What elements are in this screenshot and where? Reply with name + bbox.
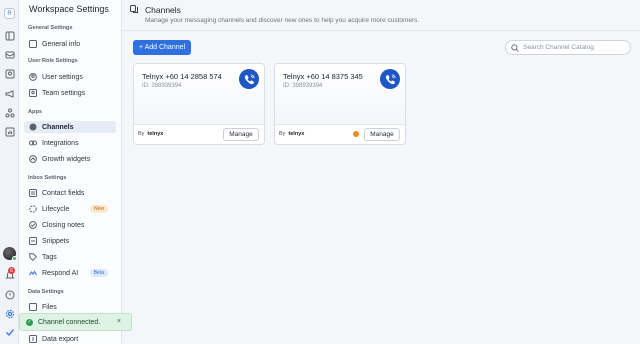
check-icon[interactable]	[4, 326, 15, 337]
contact-fields-icon	[28, 189, 37, 198]
inbox-icon[interactable]	[4, 30, 15, 41]
channel-id: ID: 398939394	[283, 83, 323, 89]
sidebar-item-tags[interactable]: Tags	[24, 251, 116, 263]
sidebar-item-closing-notes[interactable]: Closing notes	[24, 219, 116, 231]
team-icon	[28, 89, 37, 98]
toast-message: Channel connected.	[38, 318, 101, 326]
notification-badge: 6	[8, 267, 15, 274]
sidebar-item-label: Closing notes	[42, 221, 85, 229]
megaphone-icon[interactable]	[4, 88, 15, 99]
section-inbox-settings: Inbox Settings	[28, 175, 67, 181]
sidebar-item-integrations[interactable]: Integrations	[24, 137, 116, 149]
sidebar-item-label: General info	[42, 40, 81, 48]
snippets-icon	[28, 237, 37, 246]
export-icon	[28, 335, 37, 344]
sidebar-item-team-settings[interactable]: Team settings	[24, 87, 116, 99]
main-content: Channels Manage your messaging channels …	[122, 0, 640, 344]
phone-channel-icon	[380, 69, 400, 89]
channel-card[interactable]: Telnyx +60 14 8375 345 ID: 398939394 By …	[274, 63, 406, 145]
telnyx-logo: telnyx	[147, 131, 164, 137]
widgets-icon	[28, 155, 37, 164]
sidebar-item-contact-fields[interactable]: Contact fields	[24, 187, 116, 199]
phone-channel-icon	[239, 69, 259, 89]
sidebar-item-label: Snippets	[42, 237, 70, 245]
closing-notes-icon	[28, 221, 37, 230]
manage-button[interactable]: Manage	[364, 128, 400, 141]
card-divider	[275, 124, 405, 125]
section-user-role-settings: User Role Settings	[28, 58, 78, 64]
header-divider	[122, 30, 640, 31]
warning-status-dot	[353, 131, 359, 137]
sidebar-item-label: Files	[42, 303, 57, 311]
search-input[interactable]	[523, 44, 623, 51]
sidebar-item-label: Contact fields	[42, 189, 85, 197]
channel-card[interactable]: Telnyx +60 14 2858 574 ID: 398939394 By …	[133, 63, 265, 145]
new-badge: New	[89, 205, 108, 213]
integrations-icon	[28, 139, 37, 148]
sidebar-item-label: Data export	[42, 335, 79, 343]
channel-name: Telnyx +60 14 8375 345	[283, 72, 363, 81]
by-text: By	[279, 131, 286, 137]
sidebar-item-general-info[interactable]: General info	[24, 38, 116, 50]
search-channel-catalog[interactable]	[505, 40, 631, 55]
sidebar-item-label: Lifecycle	[42, 205, 70, 213]
lifecycle-icon	[28, 205, 37, 214]
sidebar-item-label: Team settings	[42, 89, 86, 97]
broadcast-icon[interactable]	[4, 49, 15, 60]
channel-name: Telnyx +60 14 2858 574	[142, 72, 222, 81]
provider-label: By telnyx	[138, 131, 163, 137]
sidebar-item-growth-widgets[interactable]: Growth widgets	[24, 153, 116, 165]
user-icon	[28, 73, 37, 82]
sidebar-title: Workspace Settings	[29, 4, 109, 14]
sidebar-item-files[interactable]: Files	[24, 301, 116, 313]
sidebar-item-lifecycle[interactable]: Lifecycle New	[24, 203, 116, 215]
beta-badge: Beta	[89, 269, 108, 277]
sidebar-item-channels[interactable]: Channels	[24, 121, 116, 133]
channels-icon	[28, 123, 37, 132]
user-avatar[interactable]	[3, 247, 17, 261]
app-logo[interactable]: R	[4, 8, 15, 19]
info-icon	[28, 40, 37, 49]
section-apps: Apps	[28, 109, 42, 115]
respond-ai-icon	[28, 269, 37, 278]
sidebar-item-data-export[interactable]: Data export	[24, 333, 116, 344]
provider-label: By telnyx	[279, 131, 304, 137]
by-text: By	[138, 131, 145, 137]
sidebar-item-label: Growth widgets	[42, 155, 91, 163]
sidebar-item-snippets[interactable]: Snippets	[24, 235, 116, 247]
channels-header-icon	[130, 5, 138, 13]
search-icon	[511, 43, 519, 52]
telnyx-logo: telnyx	[288, 131, 305, 137]
page-title: Channels	[145, 5, 181, 15]
sidebar-item-label: Tags	[42, 253, 57, 261]
reports-icon[interactable]	[4, 126, 15, 137]
sidebar-item-respond-ai[interactable]: Respond AI Beta	[24, 267, 116, 279]
manage-button[interactable]: Manage	[223, 128, 259, 141]
add-channel-button[interactable]: + Add Channel	[133, 40, 191, 55]
files-icon	[28, 303, 37, 312]
sidebar-item-label: Channels	[42, 123, 74, 131]
help-icon[interactable]	[4, 289, 15, 300]
channel-id: ID: 398939394	[142, 83, 182, 89]
close-icon[interactable]: ×	[117, 318, 121, 325]
card-divider	[134, 124, 264, 125]
icon-rail: R 6	[0, 0, 19, 344]
sidebar-item-label: Integrations	[42, 139, 79, 147]
success-check-icon: ✓	[26, 318, 33, 326]
workflow-icon[interactable]	[4, 107, 15, 118]
tag-icon	[28, 253, 37, 262]
settings-gear-icon[interactable]	[4, 308, 15, 319]
contacts-icon[interactable]	[4, 68, 15, 79]
sidebar-item-label: Respond AI	[42, 269, 79, 277]
sidebar-item-user-settings[interactable]: User settings	[24, 71, 116, 83]
section-data-settings: Data Settings	[28, 289, 64, 295]
page-subtitle: Manage your messaging channels and disco…	[145, 17, 420, 24]
section-general-settings: General Settings	[28, 25, 73, 31]
success-toast: ✓ Channel connected. ×	[19, 313, 132, 331]
sidebar-item-label: User settings	[42, 73, 83, 81]
settings-sidebar: Workspace Settings General Settings Gene…	[19, 0, 122, 344]
online-status-dot	[12, 256, 17, 261]
